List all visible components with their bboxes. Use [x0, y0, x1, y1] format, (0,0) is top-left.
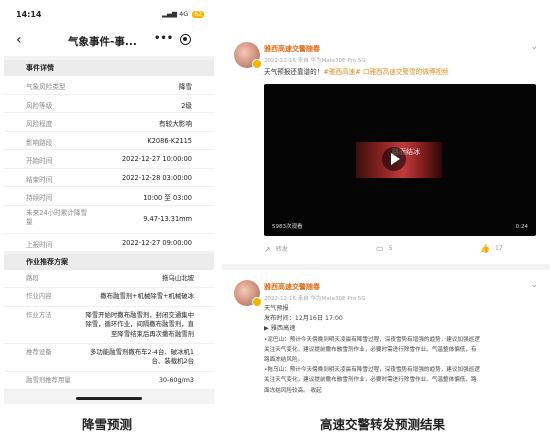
- signal-icon: ▂▄▆: [162, 10, 178, 18]
- view-count: 5983次观看: [272, 224, 303, 230]
- section-event-details: 事件详情: [4, 60, 214, 76]
- detail-row: 影响路段 K2086-K2115: [4, 132, 214, 150]
- event-details-list: 气象风险类型 降雪 风险等级 2级 风险程度 有较大影响 影响路段 K2086-K211…: [4, 76, 214, 252]
- status-bar: 14:14 ▂▄▆ 4G 62: [4, 4, 214, 26]
- detail-row: 持续时间 10:00 至 03:00: [4, 187, 214, 206]
- comment-button[interactable]: ▭ 5: [376, 244, 392, 253]
- post-text-plain: 天气预报还靠谱的！: [264, 68, 324, 76]
- detail-row: 结束时间 2022-12-28 03:00:00: [4, 169, 214, 187]
- caption-right: 高速交警转发预测结果: [320, 417, 446, 432]
- avatar[interactable]: [234, 42, 262, 69]
- page-title: 气象事件-事...: [68, 36, 137, 48]
- caption-left: 降雪预测: [82, 417, 133, 432]
- account-name[interactable]: 雅西高速交警随春: [264, 282, 320, 292]
- plan-row: 作业内容 撒布融雪剂+机械除雪+机械破冰: [4, 288, 214, 307]
- more-menu-icon[interactable]: •••: [154, 33, 173, 44]
- home-indicator[interactable]: [76, 397, 142, 400]
- chevron-down-icon[interactable]: ⌄: [530, 280, 538, 290]
- share-icon: ↗: [264, 245, 271, 254]
- section-plan: 作业推荐方案: [4, 254, 214, 270]
- post-meta: 2022-12-16 来自 华为Mate30E Pro 5G: [264, 58, 366, 64]
- video-player[interactable]: 路面结冰 5983次观看 0:24: [264, 84, 536, 236]
- record-icon[interactable]: [180, 34, 191, 45]
- post-text: 天气预报还靠谱的！#雅西高速# 口雅西高速交警雪的微博视频: [264, 68, 449, 78]
- weibo-feed: 雅西高速交警随春 2022-12-16 来自 华为Mate30E Pro 5G …: [222, 32, 550, 410]
- battery-icon: 62: [192, 11, 204, 18]
- status-time: 14:14: [16, 10, 42, 19]
- plan-list: 路段 拖乌山北坡 作业内容 撒布融雪剂+机械除雪+机械破冰 作业方法 降雪开始时撒布融…: [4, 270, 214, 391]
- detail-row-snowfall: 未来24小时累计降雪量 9.47-13.31mm: [4, 206, 214, 234]
- post-actions: ↗ 转发 ▭ 5 👍 17: [264, 242, 536, 256]
- comment-icon: ▭: [376, 244, 384, 253]
- post-card[interactable]: 雅西高速交警随春 2022-12-16 来自 华为Mate30E Pro 5G …: [222, 270, 550, 410]
- detail-row: 开始时间 2022-12-27 10:00:00: [4, 150, 214, 169]
- status-indicators: ▂▄▆ 4G 62: [162, 10, 204, 18]
- chevron-down-icon[interactable]: ⌄: [530, 42, 538, 52]
- detail-row: 风险程度 有较大影响: [4, 113, 214, 132]
- thumbs-up-icon: 👍: [480, 244, 490, 253]
- play-icon[interactable]: [382, 147, 406, 171]
- plan-row: 融雪剂推荐用量 30-60g/m3: [4, 372, 214, 391]
- phone-screen: 14:14 ▂▄▆ 4G 62 ‹ 气象事件-事... ••• 事件详情 气象风…: [4, 4, 214, 404]
- back-icon[interactable]: ‹: [16, 32, 22, 48]
- avatar[interactable]: [234, 280, 262, 307]
- detail-row: 风险等级 2级: [4, 95, 214, 113]
- plan-row: 作业方法 降雪开始时撒布融雪剂，封闭交通集中除雪，循环作业，间隔撒布融雪剂，直至降…: [4, 307, 214, 345]
- share-button[interactable]: ↗ 转发: [264, 244, 288, 254]
- like-button[interactable]: 👍 17: [480, 244, 503, 253]
- verified-badge-icon: [252, 297, 262, 307]
- post-card[interactable]: 雅西高速交警随春 2022-12-16 来自 华为Mate30E Pro 5G …: [222, 32, 550, 264]
- detail-row: 气象风险类型 降雪: [4, 76, 214, 95]
- forecast-text: 天气预报 发布时间：12月16日 17:00 ▶ 雅西高速 •泥巴山：预计今天傍…: [264, 305, 480, 394]
- video-duration: 0:24: [515, 224, 528, 230]
- network-label: 4G: [179, 10, 189, 18]
- plan-row: 路段 拖乌山北坡: [4, 270, 214, 289]
- nav-bar: ‹ 气象事件-事... •••: [4, 26, 214, 56]
- post-meta: 2022-12-16 来自 华为Mate30E Pro 5G: [264, 296, 366, 302]
- post-hashtags[interactable]: #雅西高速# 口雅西高速交警雪的微博视频: [323, 68, 448, 76]
- account-name[interactable]: 雅西高速交警随春: [264, 44, 320, 54]
- verified-badge-icon: [252, 59, 262, 69]
- plan-row: 推荐设备 多功能融雪剂撒布车2-4台、破冰机1台、装载机2台: [4, 344, 214, 372]
- detail-row-report-time: 上报时间 2022-12-27 09:00:00: [4, 234, 214, 252]
